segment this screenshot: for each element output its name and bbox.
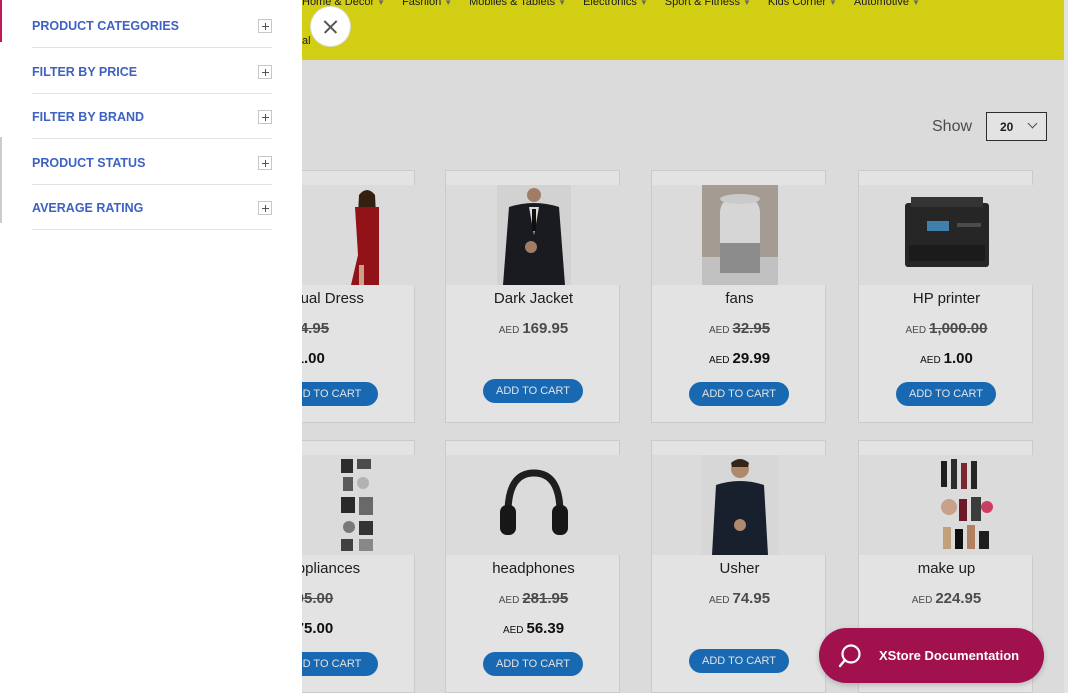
filter-average-rating[interactable]: AVERAGE RATING [32, 184, 272, 230]
filter-product-categories[interactable]: PRODUCT CATEGORIES [32, 2, 272, 48]
panel-scroll-edge [0, 137, 2, 223]
close-icon[interactable] [311, 7, 350, 46]
plus-icon[interactable] [258, 156, 272, 170]
filter-sidebar: PRODUCT CATEGORIES FILTER BY PRICE FILTE… [0, 0, 302, 693]
filter-label[interactable]: FILTER BY BRAND [32, 110, 144, 124]
plus-icon[interactable] [258, 65, 272, 79]
filter-label[interactable]: PRODUCT STATUS [32, 156, 145, 170]
filter-label[interactable]: AVERAGE RATING [32, 201, 143, 215]
filter-label[interactable]: PRODUCT CATEGORIES [32, 19, 179, 33]
filter-product-status[interactable]: PRODUCT STATUS [32, 139, 272, 185]
panel-accent [0, 0, 2, 42]
shop-page: Home & Decor ▼ Fashion ▼ Mobiles & Tablets… [0, 0, 1068, 693]
documentation-button[interactable]: XStore Documentation [819, 628, 1044, 683]
documentation-label: XStore Documentation [879, 648, 1020, 663]
plus-icon[interactable] [258, 110, 272, 124]
plus-icon[interactable] [258, 201, 272, 215]
filter-label[interactable]: FILTER BY PRICE [32, 65, 137, 79]
filter-by-price[interactable]: FILTER BY PRICE [32, 48, 272, 94]
filter-by-brand[interactable]: FILTER BY BRAND [32, 93, 272, 139]
plus-icon[interactable] [258, 19, 272, 33]
search-icon [838, 643, 861, 667]
